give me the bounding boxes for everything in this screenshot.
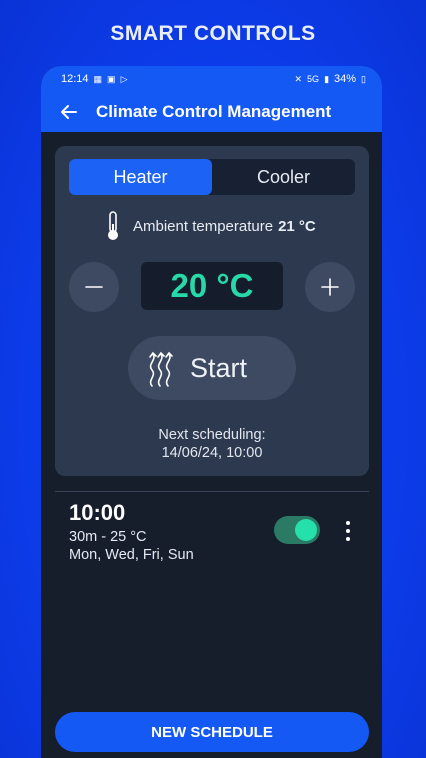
next-scheduling-label: Next scheduling: <box>158 427 266 443</box>
dot-icon <box>346 521 350 525</box>
promo-title: SMART CONTROLS <box>110 22 316 45</box>
start-button[interactable]: Start <box>128 336 296 400</box>
image-icon: ▣ <box>107 73 116 84</box>
minus-icon <box>85 286 103 288</box>
app-bar: Climate Control Management <box>41 92 382 132</box>
status-time: 12:14 <box>61 73 89 85</box>
more-options-button[interactable] <box>341 518 355 544</box>
next-scheduling: Next scheduling: 14/06/24, 10:00 <box>55 426 369 462</box>
grid-icon: ▦ <box>93 73 103 84</box>
new-schedule-button[interactable]: NEW SCHEDULE <box>55 712 369 752</box>
battery-icon: ▯ <box>361 73 366 84</box>
thermometer-icon <box>108 211 118 240</box>
heat-waves-icon <box>149 351 173 387</box>
ambient-value: 21 °C <box>278 217 316 235</box>
tab-cooler[interactable]: Cooler <box>212 159 355 195</box>
list-item[interactable]: 10:00 30m - 25 °C Mon, Wed, Fri, Sun <box>69 498 359 568</box>
battery-level: 34% <box>334 73 357 85</box>
ambient-label: Ambient temperature <box>133 217 274 235</box>
start-label: Start <box>190 352 248 383</box>
dot-icon <box>346 529 350 533</box>
mode-selector: Heater Cooler <box>69 159 355 195</box>
ambient-temperature: Ambient temperature 21 °C <box>103 210 316 242</box>
signal-icon: ▮ <box>324 73 330 84</box>
plus-icon <box>321 278 339 296</box>
phone-screen: 12:14 ▦ ▣ ▷ ✕ 5G ▮ 34% ▯ Climate Control… <box>41 66 382 758</box>
page-title: Climate Control Management <box>96 102 332 121</box>
toggle-knob <box>295 519 317 541</box>
increase-button[interactable] <box>305 262 355 312</box>
mute-icon: ✕ <box>294 73 303 84</box>
schedule-days: Mon, Wed, Fri, Sun <box>69 547 194 563</box>
target-temperature: 20 °C <box>141 262 283 310</box>
schedule-toggle[interactable] <box>274 516 320 544</box>
dot-icon <box>346 537 350 541</box>
arrow-left-icon <box>61 105 77 119</box>
play-store-icon: ▷ <box>120 73 128 84</box>
decrease-button[interactable] <box>69 262 119 312</box>
status-bar: 12:14 ▦ ▣ ▷ ✕ 5G ▮ 34% ▯ <box>41 66 382 92</box>
tab-heater[interactable]: Heater <box>69 159 212 195</box>
control-card: Heater Cooler Ambient temperature 21 °C … <box>55 146 369 476</box>
divider <box>55 491 369 492</box>
back-button[interactable] <box>57 101 79 123</box>
next-scheduling-value: 14/06/24, 10:00 <box>161 445 263 461</box>
network-label: 5G <box>307 74 320 84</box>
